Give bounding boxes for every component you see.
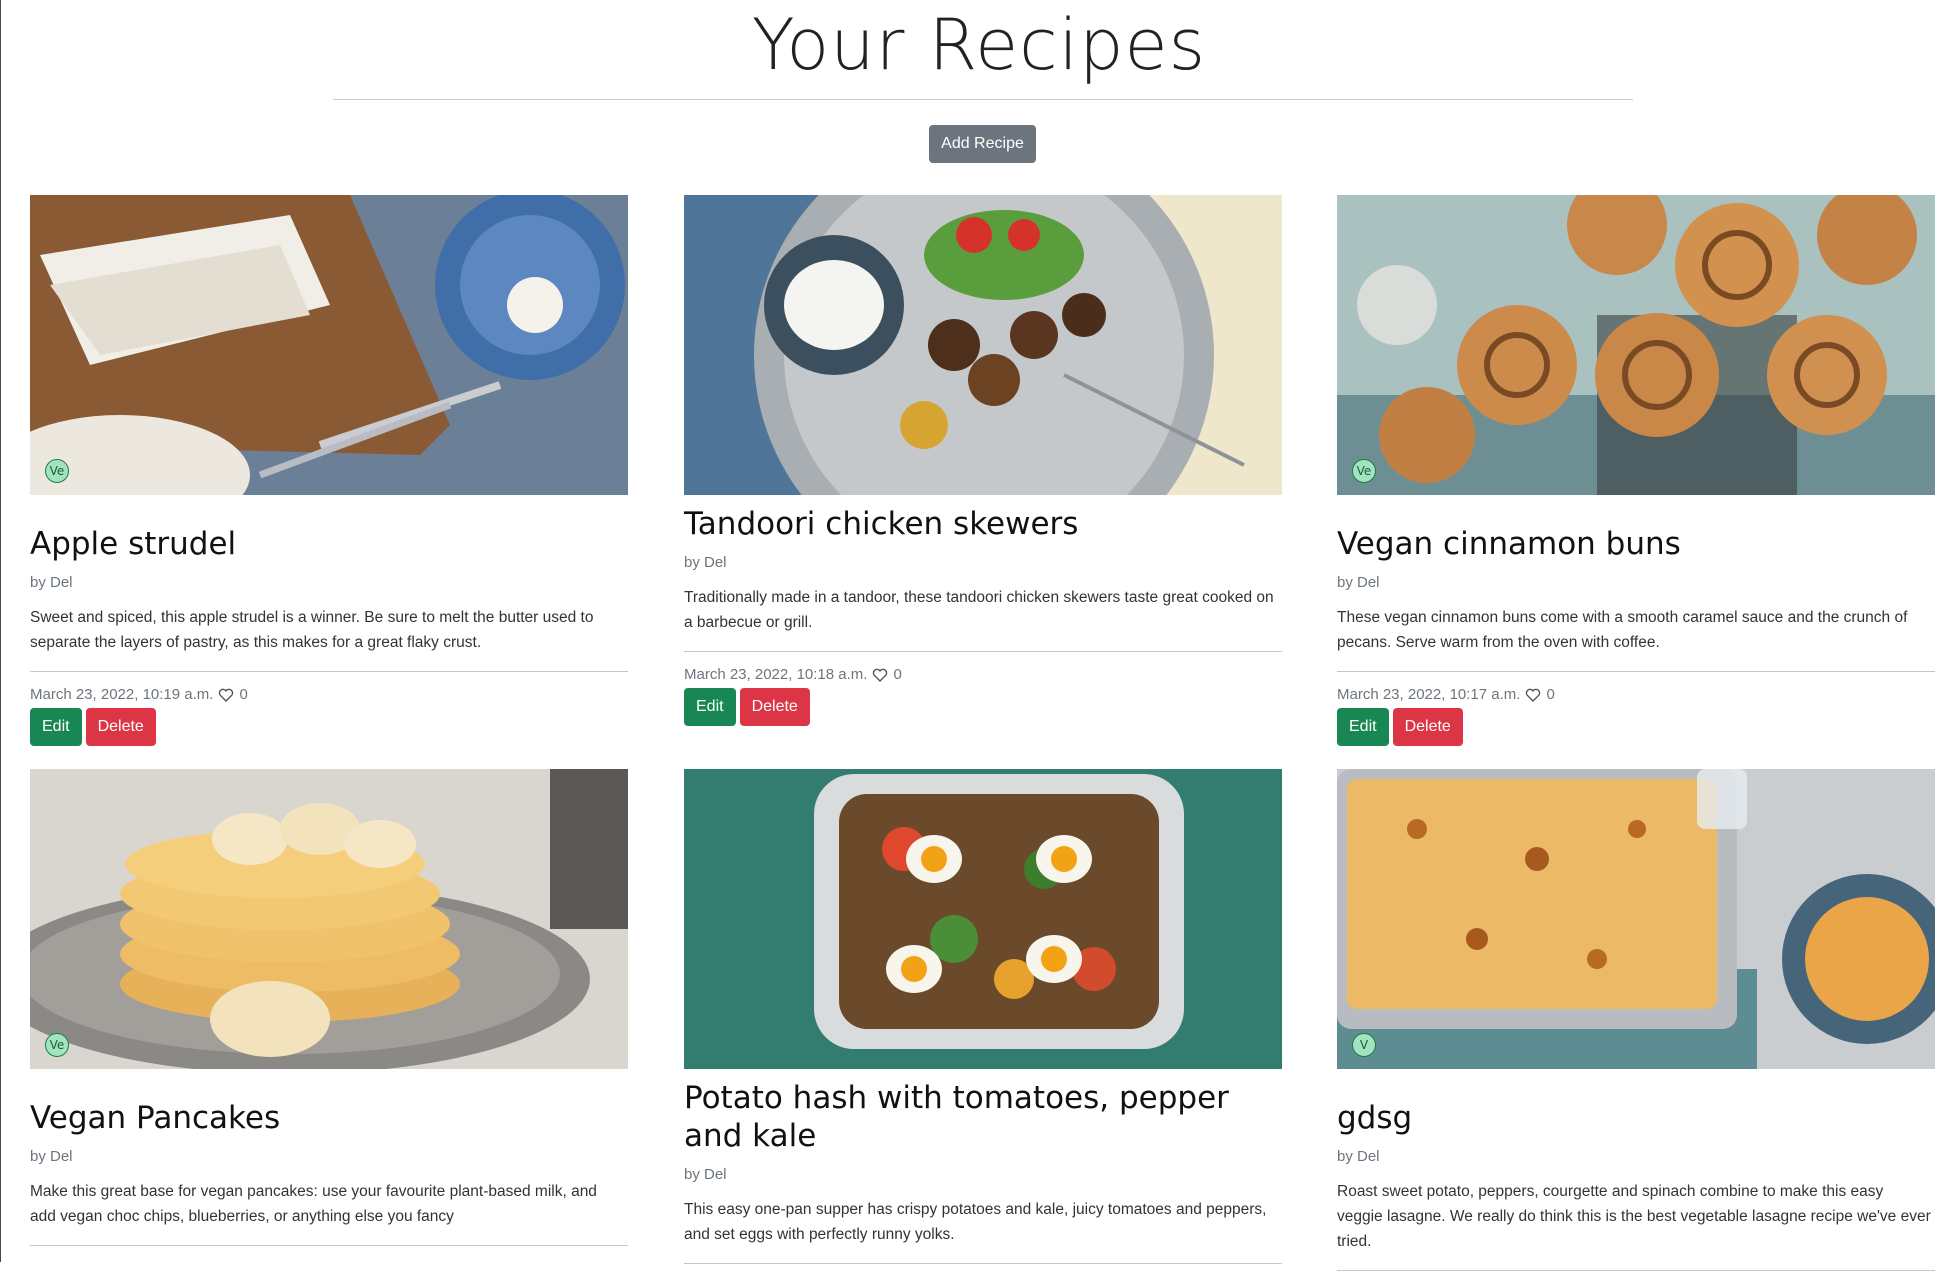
diet-badge: Ve	[45, 459, 69, 483]
delete-button[interactable]: Delete	[85, 708, 156, 746]
recipe-author: by Del	[30, 574, 73, 591]
recipe-author: by Del	[1337, 574, 1380, 591]
page-title: Your Recipes	[751, 4, 1207, 86]
recipe-description: Make this great base for vegan pancakes:…	[30, 1183, 597, 1225]
delete-button[interactable]: Delete	[1392, 708, 1463, 746]
recipe-title[interactable]: Apple strudel	[30, 495, 628, 563]
diet-badge: V	[1352, 1033, 1376, 1057]
recipe-card: Ve Vegan Pancakes by Del Make this great…	[30, 769, 628, 1246]
diet-badge: Ve	[1352, 459, 1376, 483]
edit-button[interactable]: Edit	[1337, 708, 1389, 746]
recipe-date: March 23, 2022, 10:18 a.m.	[684, 666, 868, 683]
recipe-card: Ve Apple strudel by Del Sweet and spiced…	[30, 195, 628, 746]
recipe-date: March 23, 2022, 10:19 a.m.	[30, 686, 214, 703]
recipe-description: Roast sweet potato, peppers, courgette a…	[1337, 1183, 1931, 1250]
recipe-title[interactable]: gdsg	[1337, 1069, 1935, 1137]
recipe-description: Sweet and spiced, this apple strudel is …	[30, 609, 594, 651]
heart-icon[interactable]	[872, 667, 888, 683]
card-divider	[684, 651, 1282, 652]
like-count: 0	[239, 686, 248, 703]
recipe-author: by Del	[30, 1148, 73, 1165]
card-divider	[1337, 671, 1935, 672]
edit-button[interactable]: Edit	[30, 708, 82, 746]
heart-icon[interactable]	[218, 687, 234, 703]
diet-badge: Ve	[45, 1033, 69, 1057]
recipe-meta: March 23, 2022, 10:17 a.m. 0	[1337, 686, 1935, 703]
recipe-card: V gdsg by Del Roast sweet potato, pepper…	[1337, 769, 1935, 1271]
card-divider	[30, 1245, 628, 1246]
recipe-card: Ve Vegan cinnamon buns by Del These vega…	[1337, 195, 1935, 746]
recipe-card: Potato hash with tomatoes, pepper and ka…	[684, 769, 1282, 1264]
recipe-image[interactable]	[684, 195, 1282, 495]
like-count: 0	[893, 666, 902, 683]
recipe-card: Tandoori chicken skewers by Del Traditio…	[684, 195, 1282, 726]
recipe-description: These vegan cinnamon buns come with a sm…	[1337, 609, 1908, 651]
recipe-title[interactable]: Tandoori chicken skewers	[684, 495, 1282, 543]
recipe-image[interactable]: V	[1337, 769, 1935, 1069]
recipe-image[interactable]: Ve	[1337, 195, 1935, 495]
recipe-meta: March 23, 2022, 10:18 a.m. 0	[684, 666, 1282, 683]
like-count: 0	[1546, 686, 1555, 703]
recipe-author: by Del	[684, 554, 727, 571]
delete-button[interactable]: Delete	[739, 688, 810, 726]
recipe-image[interactable]	[684, 769, 1282, 1069]
recipe-author: by Del	[1337, 1148, 1380, 1165]
recipe-meta: March 23, 2022, 10:19 a.m. 0	[30, 686, 628, 703]
card-divider	[684, 1263, 1282, 1264]
recipe-date: March 23, 2022, 10:17 a.m.	[1337, 686, 1521, 703]
recipe-image[interactable]: Ve	[30, 769, 628, 1069]
recipe-description: Traditionally made in a tandoor, these t…	[684, 589, 1274, 631]
card-divider	[30, 671, 628, 672]
recipe-title[interactable]: Vegan Pancakes	[30, 1069, 628, 1137]
heart-icon[interactable]	[1525, 687, 1541, 703]
recipe-description: This easy one-pan supper has crispy pota…	[684, 1201, 1267, 1243]
recipe-image[interactable]: Ve	[30, 195, 628, 495]
add-recipe-button[interactable]: Add Recipe	[929, 125, 1036, 163]
recipe-title[interactable]: Vegan cinnamon buns	[1337, 495, 1935, 563]
recipe-title[interactable]: Potato hash with tomatoes, pepper and ka…	[684, 1069, 1282, 1155]
recipe-author: by Del	[684, 1166, 727, 1183]
title-divider	[333, 99, 1633, 100]
edit-button[interactable]: Edit	[684, 688, 736, 726]
